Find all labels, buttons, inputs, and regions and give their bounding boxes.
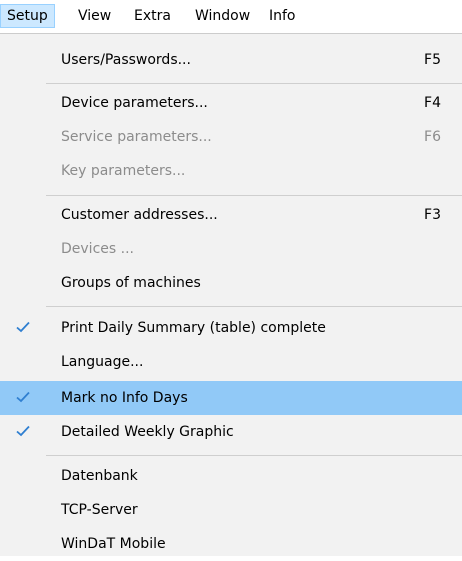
menu-item-shortcut: F4 xyxy=(424,95,441,111)
menu-separator xyxy=(46,195,462,196)
menu-item-service-parameters: Service parameters... F6 xyxy=(0,120,462,154)
menu-item-label: Service parameters... xyxy=(61,129,212,145)
menu-item-devices: Devices ... xyxy=(0,232,462,266)
menu-info[interactable]: Info xyxy=(263,4,302,28)
menu-item-tcp-server[interactable]: TCP-Server xyxy=(0,493,462,527)
menu-item-key-parameters: Key parameters... xyxy=(0,154,462,188)
menu-item-print-daily-summary[interactable]: Print Daily Summary (table) complete xyxy=(0,311,462,345)
checkmark-icon xyxy=(14,388,32,406)
menu-item-device-parameters[interactable]: Device parameters... F4 xyxy=(0,86,462,120)
menu-item-label: Mark no Info Days xyxy=(61,390,188,406)
menu-item-label: Devices ... xyxy=(61,241,134,257)
menu-extra[interactable]: Extra xyxy=(128,4,177,28)
menu-item-label: TCP-Server xyxy=(61,502,138,518)
menu-item-label: Key parameters... xyxy=(61,163,186,179)
setup-dropdown-menu: Users/Passwords... F5 Device parameters.… xyxy=(0,33,462,556)
menu-setup[interactable]: Setup xyxy=(0,4,55,28)
menu-separator xyxy=(46,83,462,84)
menu-item-language[interactable]: Language... xyxy=(0,345,462,379)
menu-item-label: Users/Passwords... xyxy=(61,52,191,68)
checkmark-icon xyxy=(14,318,32,336)
menu-view[interactable]: View xyxy=(72,4,117,28)
menu-item-shortcut: F5 xyxy=(424,52,441,68)
menu-item-groups-of-machines[interactable]: Groups of machines xyxy=(0,266,462,300)
menu-item-detailed-weekly-graphic[interactable]: Detailed Weekly Graphic xyxy=(0,415,462,449)
menu-item-label: Print Daily Summary (table) complete xyxy=(61,320,326,336)
menu-item-shortcut: F3 xyxy=(424,207,441,223)
menu-item-shortcut: F6 xyxy=(424,129,441,145)
menu-item-customer-addresses[interactable]: Customer addresses... F3 xyxy=(0,198,462,232)
menu-separator xyxy=(46,455,462,456)
menu-separator xyxy=(46,306,462,307)
menu-item-label: Language... xyxy=(61,354,144,370)
menu-item-datenbank[interactable]: Datenbank xyxy=(0,459,462,493)
menu-item-label: Customer addresses... xyxy=(61,207,218,223)
menu-window[interactable]: Window xyxy=(189,4,256,28)
menu-item-users-passwords[interactable]: Users/Passwords... F5 xyxy=(0,43,462,77)
menu-item-mark-no-info-days[interactable]: Mark no Info Days xyxy=(0,381,462,415)
menu-item-label: Device parameters... xyxy=(61,95,208,111)
menu-bar: Setup View Extra Window Info xyxy=(0,0,462,32)
menu-item-label: Detailed Weekly Graphic xyxy=(61,424,234,440)
menu-item-label: Groups of machines xyxy=(61,275,201,291)
checkmark-icon xyxy=(14,422,32,440)
menu-item-label: Datenbank xyxy=(61,468,138,484)
